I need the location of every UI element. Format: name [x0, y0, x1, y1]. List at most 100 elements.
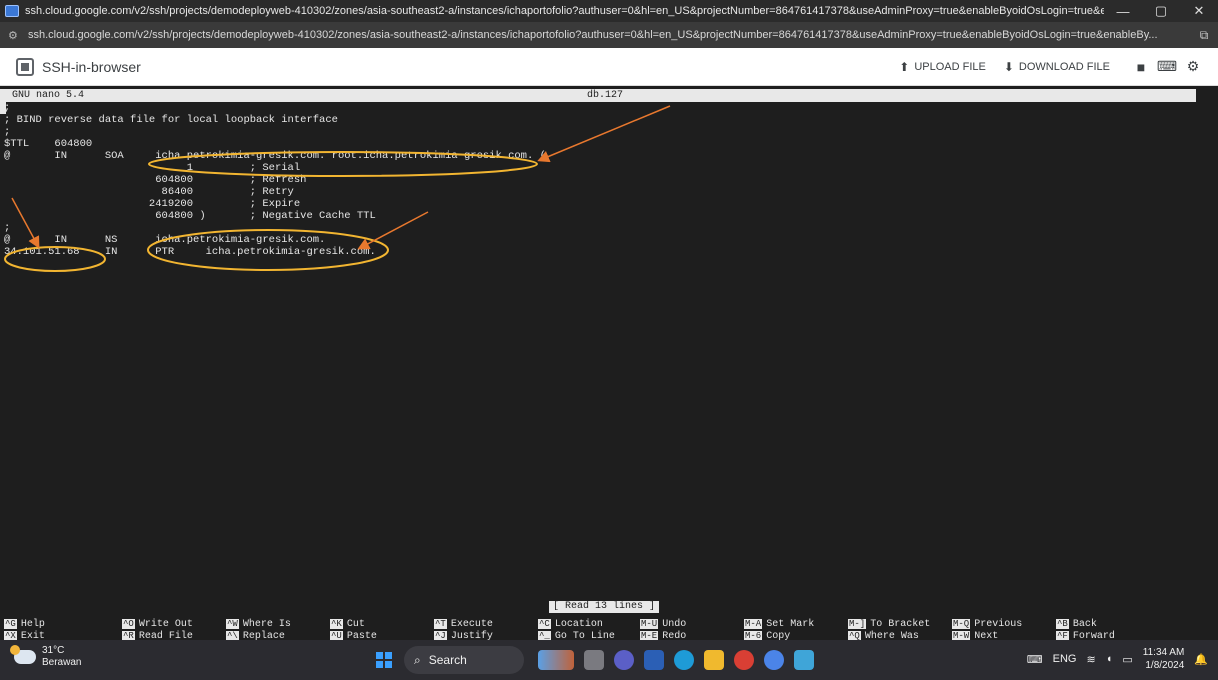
window-title-bar: ssh.cloud.google.com/v2/ssh/projects/dem…	[0, 0, 1218, 22]
weather-widget[interactable]: 31°C Berawan	[10, 645, 82, 669]
nano-status-message: [ Read 13 lines ]	[549, 601, 660, 613]
app-title: SSH-in-browser	[42, 58, 141, 75]
file-line: $TTL 604800	[4, 138, 93, 150]
shortcut-label: Execute	[450, 619, 493, 630]
file-line: 604800 ; Refresh	[4, 174, 307, 186]
shortcut-label: Where Is	[242, 619, 291, 630]
shortcut-key: M-Q	[952, 619, 971, 629]
word-icon[interactable]	[644, 650, 664, 670]
taskbar: 31°C Berawan ⌕ Search ⌨ ENG ≋ ◖ ▭ 11:34 …	[0, 640, 1218, 680]
shortcut-key: ^C	[538, 619, 551, 629]
shortcut-label: To Bracket	[870, 619, 931, 630]
nano-filename: db.127	[587, 90, 624, 101]
shortcut-key: M-]	[848, 619, 867, 629]
volume-icon[interactable]: ◖	[1106, 653, 1113, 665]
shortcut-key: ^K	[330, 619, 343, 629]
taskbar-search[interactable]: ⌕ Search	[404, 646, 524, 674]
address-bar[interactable]: ⚙ ssh.cloud.google.com/v2/ssh/projects/d…	[0, 22, 1218, 48]
file-line: 2419200 ; Expire	[4, 198, 301, 210]
url-text[interactable]: ssh.cloud.google.com/v2/ssh/projects/dem…	[28, 29, 1190, 41]
weather-condition: Berawan	[42, 657, 82, 668]
file-line: @ IN NS icha.petrokimia-gresik.com.	[4, 234, 326, 246]
edge-icon[interactable]	[674, 650, 694, 670]
windows-start-icon[interactable]	[376, 652, 392, 668]
file-line: 34.101.51.68 IN PTR icha.petrokimia-gres…	[4, 246, 376, 258]
clock[interactable]: 11:34 AM 1/8/2024	[1143, 646, 1185, 672]
chrome-icon[interactable]	[734, 650, 754, 670]
shortcut-where-is[interactable]: ^W Where Is	[226, 618, 291, 630]
shortcut-label: Location	[554, 619, 603, 630]
nano-version: GNU nano 5.4	[12, 90, 85, 101]
upload-label: UPLOAD FILE	[914, 60, 986, 73]
nano-header: GNU nano 5.4 db.127	[0, 89, 1196, 102]
notepad-icon[interactable]	[794, 650, 814, 670]
file-line: @ IN SOA icha.petrokimia-gresik.com. roo…	[4, 150, 546, 162]
language-indicator[interactable]: ENG	[1053, 653, 1077, 665]
shortcut-label: Set Mark	[766, 619, 815, 630]
close-button[interactable]: ✕	[1180, 3, 1218, 19]
keyboard-tray-icon[interactable]: ⌨	[1027, 653, 1043, 666]
shortcut-label: Cut	[346, 619, 365, 630]
file-explorer-icon[interactable]	[704, 650, 724, 670]
window-title: ssh.cloud.google.com/v2/ssh/projects/dem…	[25, 5, 1104, 17]
search-icon: ⌕	[414, 652, 421, 667]
shortcut-label: Back	[1072, 619, 1097, 630]
weather-temperature: 31°C	[42, 645, 65, 656]
file-line: ;	[4, 222, 11, 234]
chrome-profile-icon[interactable]	[764, 650, 784, 670]
clock-date: 1/8/2024	[1145, 660, 1185, 671]
system-tray: ⌨ ENG ≋ ◖ ▭ 11:34 AM 1/8/2024 🔔	[1027, 646, 1208, 672]
shortcut-key: M-A	[744, 619, 763, 629]
site-info-icon[interactable]: ⚙	[8, 29, 22, 42]
feedback-icon[interactable]: ■	[1128, 59, 1154, 75]
terminal[interactable]: GNU nano 5.4 db.127 ; ; BIND reverse dat…	[0, 86, 1218, 642]
file-line: 1 ; Serial	[4, 162, 301, 174]
shortcut-to-bracket[interactable]: M-] To Bracket	[848, 618, 930, 630]
shortcut-key: ^O	[122, 619, 135, 629]
chip-icon	[16, 57, 34, 76]
cast-icon[interactable]: ⧉	[1190, 28, 1218, 43]
meet-chat-icon[interactable]	[614, 650, 634, 670]
file-line: 604800 ) ; Negative Cache TTL	[4, 210, 376, 222]
file-line: ;	[4, 102, 11, 114]
shortcut-key: ^G	[4, 619, 17, 629]
shortcut-label: Write Out	[138, 619, 193, 630]
file-line: ;	[4, 126, 11, 138]
nano-shortcut-bar: ^G Help ^X Exit ^O Write Out ^R Read File ^W…	[0, 616, 1218, 642]
clock-time: 11:34 AM	[1142, 647, 1185, 658]
ssh-toolbar: SSH-in-browser ⬆ UPLOAD FILE ⬇ DOWNLOAD …	[0, 48, 1218, 86]
shortcut-undo[interactable]: M-U Undo	[640, 618, 686, 630]
task-view-icon[interactable]	[584, 650, 604, 670]
notification-icon[interactable]: 🔔	[1194, 653, 1208, 666]
minimize-button[interactable]: —	[1104, 4, 1142, 19]
shortcut-location[interactable]: ^C Location	[538, 618, 603, 630]
download-label: DOWNLOAD FILE	[1018, 60, 1110, 73]
keyboard-icon[interactable]: ⌨	[1154, 58, 1180, 75]
restore-button[interactable]: ▢	[1142, 3, 1180, 19]
shortcut-key: ^B	[1056, 619, 1069, 629]
upload-icon: ⬆	[899, 59, 910, 74]
battery-icon[interactable]: ▭	[1122, 653, 1132, 666]
shortcut-execute[interactable]: ^T Execute	[434, 618, 493, 630]
download-file-button[interactable]: ⬇ DOWNLOAD FILE	[1004, 60, 1110, 74]
shortcut-label: Previous	[974, 619, 1023, 630]
terminal-favicon-icon	[5, 5, 19, 17]
shortcut-set-mark[interactable]: M-A Set Mark	[744, 618, 814, 630]
shortcut-previous[interactable]: M-Q Previous	[952, 618, 1022, 630]
file-line: 86400 ; Retry	[4, 186, 294, 198]
shortcut-key: ^W	[226, 619, 239, 629]
widget-app-icon[interactable]	[538, 650, 574, 670]
download-icon: ⬇	[1003, 59, 1014, 74]
shortcut-help[interactable]: ^G Help	[4, 618, 45, 630]
shortcut-label: Undo	[662, 619, 687, 630]
shortcut-key: ^T	[434, 619, 447, 629]
shortcut-write-out[interactable]: ^O Write Out	[122, 618, 193, 630]
upload-file-button[interactable]: ⬆ UPLOAD FILE	[899, 60, 986, 74]
shortcut-cut[interactable]: ^K Cut	[330, 618, 365, 630]
wifi-icon[interactable]: ≋	[1087, 653, 1096, 666]
search-placeholder: Search	[428, 653, 467, 667]
shortcut-back[interactable]: ^B Back	[1056, 618, 1097, 630]
shortcut-key: M-U	[640, 619, 659, 629]
settings-gear-icon[interactable]: ⚙	[1180, 58, 1206, 75]
shortcut-label: Help	[20, 619, 45, 630]
